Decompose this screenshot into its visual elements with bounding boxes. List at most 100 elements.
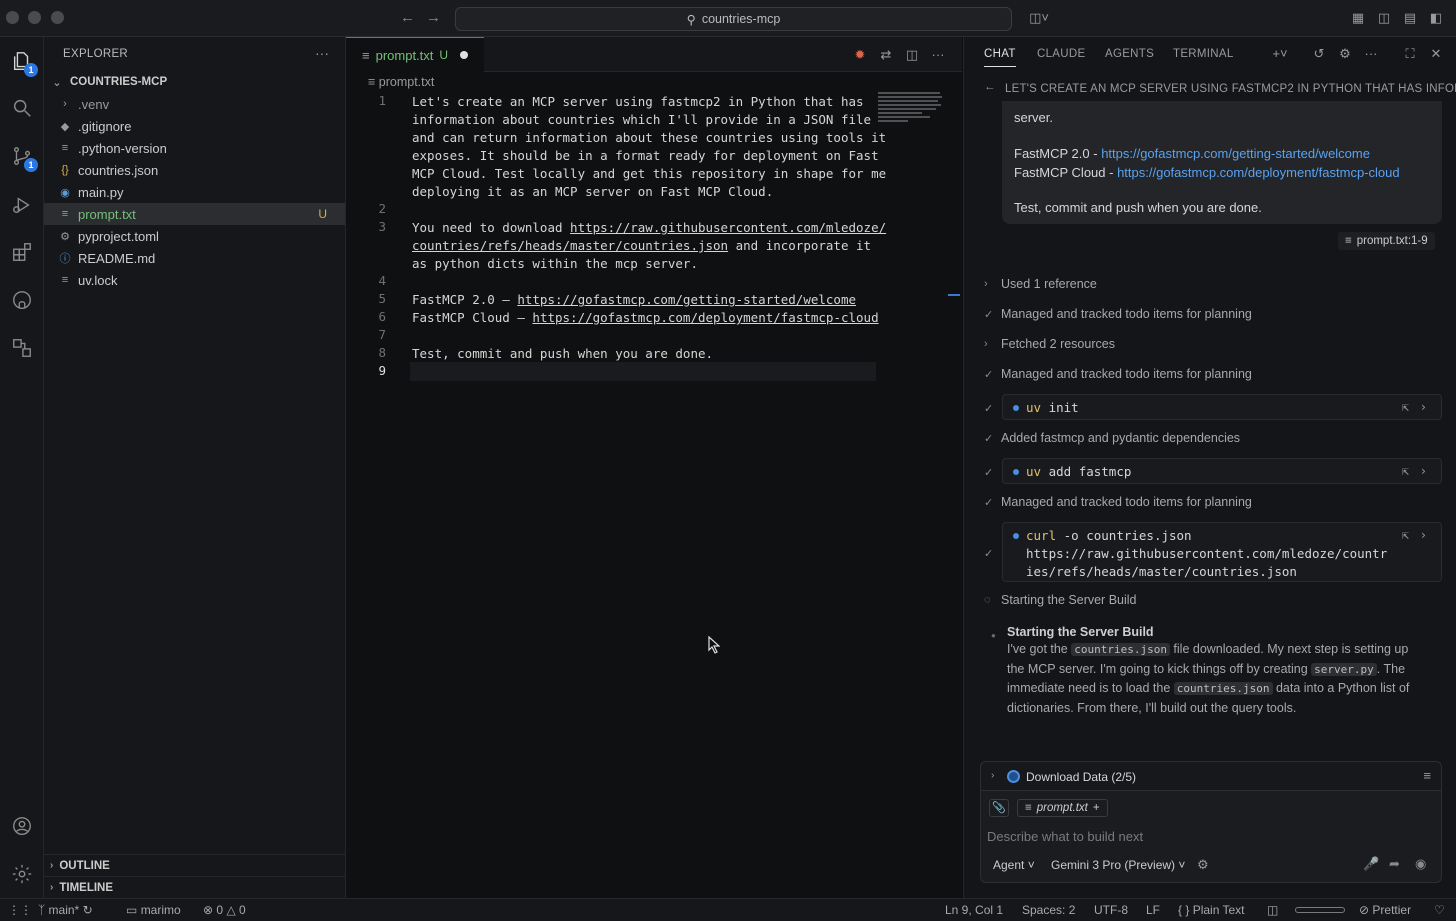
close-icon[interactable]: ✕ [1428, 46, 1444, 62]
terminal-command-card[interactable]: uv init ⇱ › [1002, 394, 1442, 420]
line-number: 5 [378, 291, 386, 306]
minimap[interactable] [878, 92, 942, 124]
chevron-down-icon: ⌄ [52, 76, 62, 89]
code-link[interactable]: https://gofastmcp.com/deployment/fastmcp… [532, 310, 878, 325]
more-actions-icon[interactable]: ··· [1363, 46, 1379, 61]
settings-gear-icon[interactable] [8, 860, 36, 888]
tree-item-uv-lock[interactable]: ≡ uv.lock [44, 269, 345, 291]
open-terminal-icon[interactable]: ⇱ [1402, 464, 1409, 478]
indentation[interactable]: Spaces: 2 [1022, 903, 1075, 917]
step-fetched-resources[interactable]: › Fetched 2 resources [984, 337, 1115, 351]
outline-section[interactable]: › OUTLINE [44, 854, 345, 876]
tab-chat[interactable]: CHAT [984, 48, 1016, 67]
fastmcp-docs-link[interactable]: https://gofastmcp.com/getting-started/we… [1101, 146, 1370, 161]
claude-sparkle-icon[interactable]: ✹ [852, 47, 868, 63]
tree-item-main-py[interactable]: ◉ main.py [44, 181, 345, 203]
tab-terminal[interactable]: TERMINAL [1173, 48, 1234, 60]
tree-item-countries-json[interactable]: {} countries.json [44, 159, 345, 181]
tree-item-prompt-txt[interactable]: ≡ prompt.txt U [44, 203, 345, 225]
toggle-secondary-sidebar-icon[interactable]: ◧ [1428, 10, 1444, 26]
tree-item-pyproject-toml[interactable]: ⚙ pyproject.toml [44, 225, 345, 247]
progress-track [1295, 907, 1345, 913]
remote-icon[interactable]: ⋮⋮ [8, 903, 32, 917]
stop-icon[interactable]: ◉ [1415, 856, 1426, 872]
model-picker[interactable]: Gemini 3 Pro (Preview) ˅ [1051, 858, 1185, 872]
timeline-section[interactable]: › TIMELINE [44, 876, 345, 898]
breadcrumb[interactable]: ≡ prompt.txt [368, 75, 434, 89]
search-icon[interactable] [8, 94, 36, 122]
account-icon[interactable] [8, 812, 36, 840]
clear-list-icon[interactable]: ≡ [1423, 768, 1431, 783]
copilot-status-icon[interactable]: ◫ [1267, 903, 1278, 917]
status-dot [1013, 469, 1019, 475]
forward-arrow-icon[interactable]: → [426, 9, 441, 26]
more-actions-icon[interactable]: ··· [930, 47, 946, 63]
source-control-icon[interactable]: 1 [8, 142, 38, 172]
terminal-command-card[interactable]: curl -o countries.json https://raw.githu… [1002, 522, 1442, 582]
tree-item-venv[interactable]: › .venv [44, 93, 345, 115]
customize-layout-icon[interactable]: ▦ [1350, 10, 1366, 26]
minimize-window-button[interactable] [28, 11, 41, 24]
chevron-right-icon[interactable]: › [1420, 400, 1427, 414]
workspace-root[interactable]: ⌄ COUNTRIES-MCP [44, 71, 345, 93]
more-actions-icon[interactable]: ··· [315, 45, 329, 61]
language-mode[interactable]: { } Plain Text [1178, 903, 1245, 917]
tree-item-python-version[interactable]: ≡ .python-version [44, 137, 345, 159]
tree-item-readme-md[interactable]: ⓘ README.md [44, 247, 345, 269]
reference-label: prompt.txt:1-9 [1356, 235, 1428, 247]
chevron-right-icon[interactable]: › [1420, 464, 1427, 478]
encoding[interactable]: UTF-8 [1094, 903, 1128, 917]
terminal-command-card[interactable]: uv add fastmcp ⇱ › [1002, 458, 1442, 484]
maximize-window-button[interactable] [51, 11, 64, 24]
toggle-sidebar-icon[interactable]: ◫ [1376, 10, 1392, 26]
tab-claude[interactable]: CLAUDE [1037, 48, 1085, 60]
todo-progress-bar[interactable]: › Download Data (2/5) ≡ [980, 761, 1442, 791]
split-editor-icon[interactable]: ◫ [904, 47, 920, 63]
microphone-icon[interactable]: 🎤 [1363, 856, 1379, 872]
new-chat-icon[interactable]: +˅ [1272, 46, 1288, 61]
copilot-icon[interactable]: ◫˅ [1024, 10, 1054, 26]
open-terminal-icon[interactable]: ⇱ [1402, 528, 1409, 542]
notifications-bell-icon[interactable]: ♡ [1434, 903, 1445, 917]
explorer-icon[interactable]: 1 [8, 47, 38, 77]
formatter-status[interactable]: ⊘ Prettier [1359, 903, 1411, 917]
chevron-down-icon: ˅ [1178, 858, 1186, 872]
branch-status[interactable]: ᛉ main* ↻ [38, 903, 93, 917]
unsaved-dot-icon[interactable] [460, 51, 469, 59]
mode-picker[interactable]: Agent ˅ [993, 858, 1035, 872]
open-terminal-icon[interactable]: ⇱ [1402, 400, 1409, 414]
history-icon[interactable]: ↺ [1311, 46, 1327, 62]
gear-icon[interactable]: ⚙ [1337, 46, 1353, 62]
close-window-button[interactable] [6, 11, 19, 24]
chat-input[interactable]: Describe what to build next [987, 829, 1143, 844]
tools-icon[interactable]: ⚙ [1197, 857, 1209, 873]
code-link[interactable]: https://raw.githubusercontent.com/mledoz… [570, 220, 886, 235]
tab-prompt-txt[interactable]: ≡ prompt.txt U [346, 37, 484, 72]
send-icon[interactable]: ➦ [1389, 856, 1400, 872]
code-link[interactable]: countries/refs/heads/master/countries.js… [412, 238, 728, 253]
line-ending[interactable]: LF [1146, 903, 1160, 917]
attach-icon[interactable]: 📎 [989, 799, 1009, 817]
plus-icon[interactable]: + [1093, 802, 1100, 814]
command-center-search[interactable]: ⚲ countries-mcp [455, 7, 1012, 31]
context-file-pill[interactable]: ≡ prompt.txt + [1017, 799, 1108, 817]
chevron-right-icon[interactable]: › [1420, 528, 1427, 542]
back-arrow-icon[interactable]: ← [984, 81, 996, 93]
github-icon[interactable] [8, 286, 36, 314]
cursor-position[interactable]: Ln 9, Col 1 [945, 903, 1003, 917]
reference-pill[interactable]: ≡ prompt.txt:1-9 [1338, 232, 1435, 250]
code-link[interactable]: https://gofastmcp.com/getting-started/we… [517, 292, 856, 307]
fastmcp-cloud-link[interactable]: https://gofastmcp.com/deployment/fastmcp… [1117, 165, 1400, 180]
run-debug-icon[interactable] [8, 191, 36, 219]
toggle-panel-icon[interactable]: ▤ [1402, 10, 1418, 26]
tree-item-gitignore[interactable]: ◆ .gitignore [44, 115, 345, 137]
compare-changes-icon[interactable]: ⇄ [878, 47, 894, 63]
tab-agents[interactable]: AGENTS [1105, 48, 1154, 60]
step-used-reference[interactable]: › Used 1 reference [984, 277, 1097, 291]
back-arrow-icon[interactable]: ← [400, 9, 415, 26]
extensions-icon[interactable] [8, 238, 36, 266]
problems-status[interactable]: ⊗ 0 △ 0 [203, 903, 246, 917]
maximize-icon[interactable]: ⛶ [1402, 46, 1418, 62]
environment-status[interactable]: ▭ marimo [126, 903, 181, 917]
remote-explorer-icon[interactable] [8, 334, 36, 362]
